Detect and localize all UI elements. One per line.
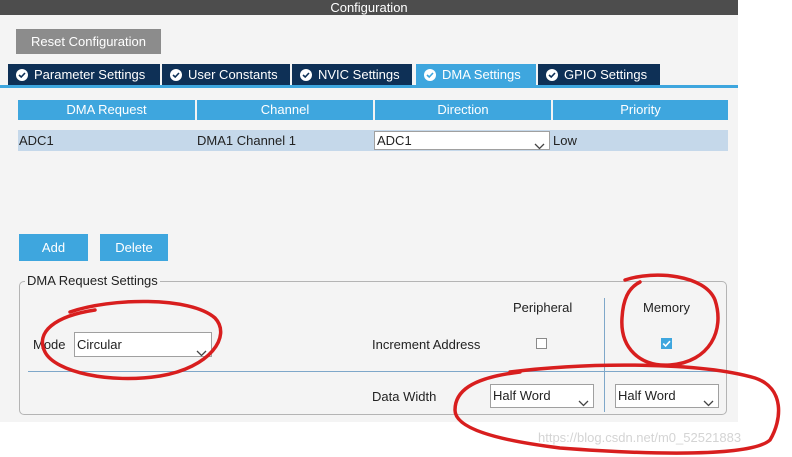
tab-parameter-settings[interactable]: Parameter Settings [8,64,160,85]
window-title: Configuration [0,0,738,15]
reset-configuration-button[interactable]: Reset Configuration [16,29,161,54]
increment-address-label: Increment Address [372,337,481,352]
peripheral-data-width-select[interactable]: Half Word [490,384,594,408]
chevron-down-icon [578,392,589,414]
column-header-channel: Channel [197,100,373,120]
column-divider [604,298,605,412]
tab-label: DMA Settings [442,67,521,82]
watermark-url: https://blog.csdn.net/m0_52521883 [538,430,742,445]
peripheral-width-value: Half Word [493,388,551,403]
mode-label: Mode [33,337,66,352]
data-width-label: Data Width [372,389,437,404]
tab-label: User Constants [188,67,278,82]
memory-header: Memory [643,300,690,315]
check-circle-icon [546,69,558,81]
mode-value: Circular [77,337,122,352]
group-title: DMA Request Settings [25,273,160,289]
tab-label: NVIC Settings [318,67,400,82]
tab-user-constants[interactable]: User Constants [162,64,290,85]
tab-underline [0,85,738,88]
peripheral-header: Peripheral [513,300,573,315]
tab-gpio-settings[interactable]: GPIO Settings [538,64,660,85]
direction-value: ADC1 [377,133,412,148]
memory-width-value: Half Word [618,388,676,403]
tab-nvic-settings[interactable]: NVIC Settings [292,64,412,85]
cell-priority: Low [553,133,577,148]
tab-label: Parameter Settings [34,67,146,82]
add-button[interactable]: Add [19,234,88,261]
check-circle-icon [16,69,28,81]
check-circle-icon [300,69,312,81]
configuration-panel: Configuration Reset Configuration Parame… [0,0,738,422]
checkmark-icon [662,340,671,348]
chevron-down-icon [196,341,207,364]
column-header-direction: Direction [375,100,551,120]
peripheral-increment-checkbox[interactable] [536,338,547,349]
direction-select[interactable]: ADC1 [374,131,550,150]
chevron-down-icon [703,392,714,414]
mode-select[interactable]: Circular [74,332,212,357]
check-circle-icon [170,69,182,81]
cell-channel: DMA1 Channel 1 [197,133,296,148]
column-header-dma-request: DMA Request [18,100,195,120]
tab-label: GPIO Settings [564,67,648,82]
column-header-priority: Priority [553,100,728,120]
check-circle-icon [424,69,436,81]
table-row[interactable]: ADC1 DMA1 Channel 1 ADC1 Low [18,130,728,151]
row-divider [28,371,727,372]
chevron-down-icon [534,137,545,154]
tab-dma-settings[interactable]: DMA Settings [416,64,536,87]
memory-increment-checkbox[interactable] [661,338,672,349]
delete-button[interactable]: Delete [100,234,168,261]
memory-data-width-select[interactable]: Half Word [615,384,719,408]
cell-dma-request: ADC1 [19,133,54,148]
